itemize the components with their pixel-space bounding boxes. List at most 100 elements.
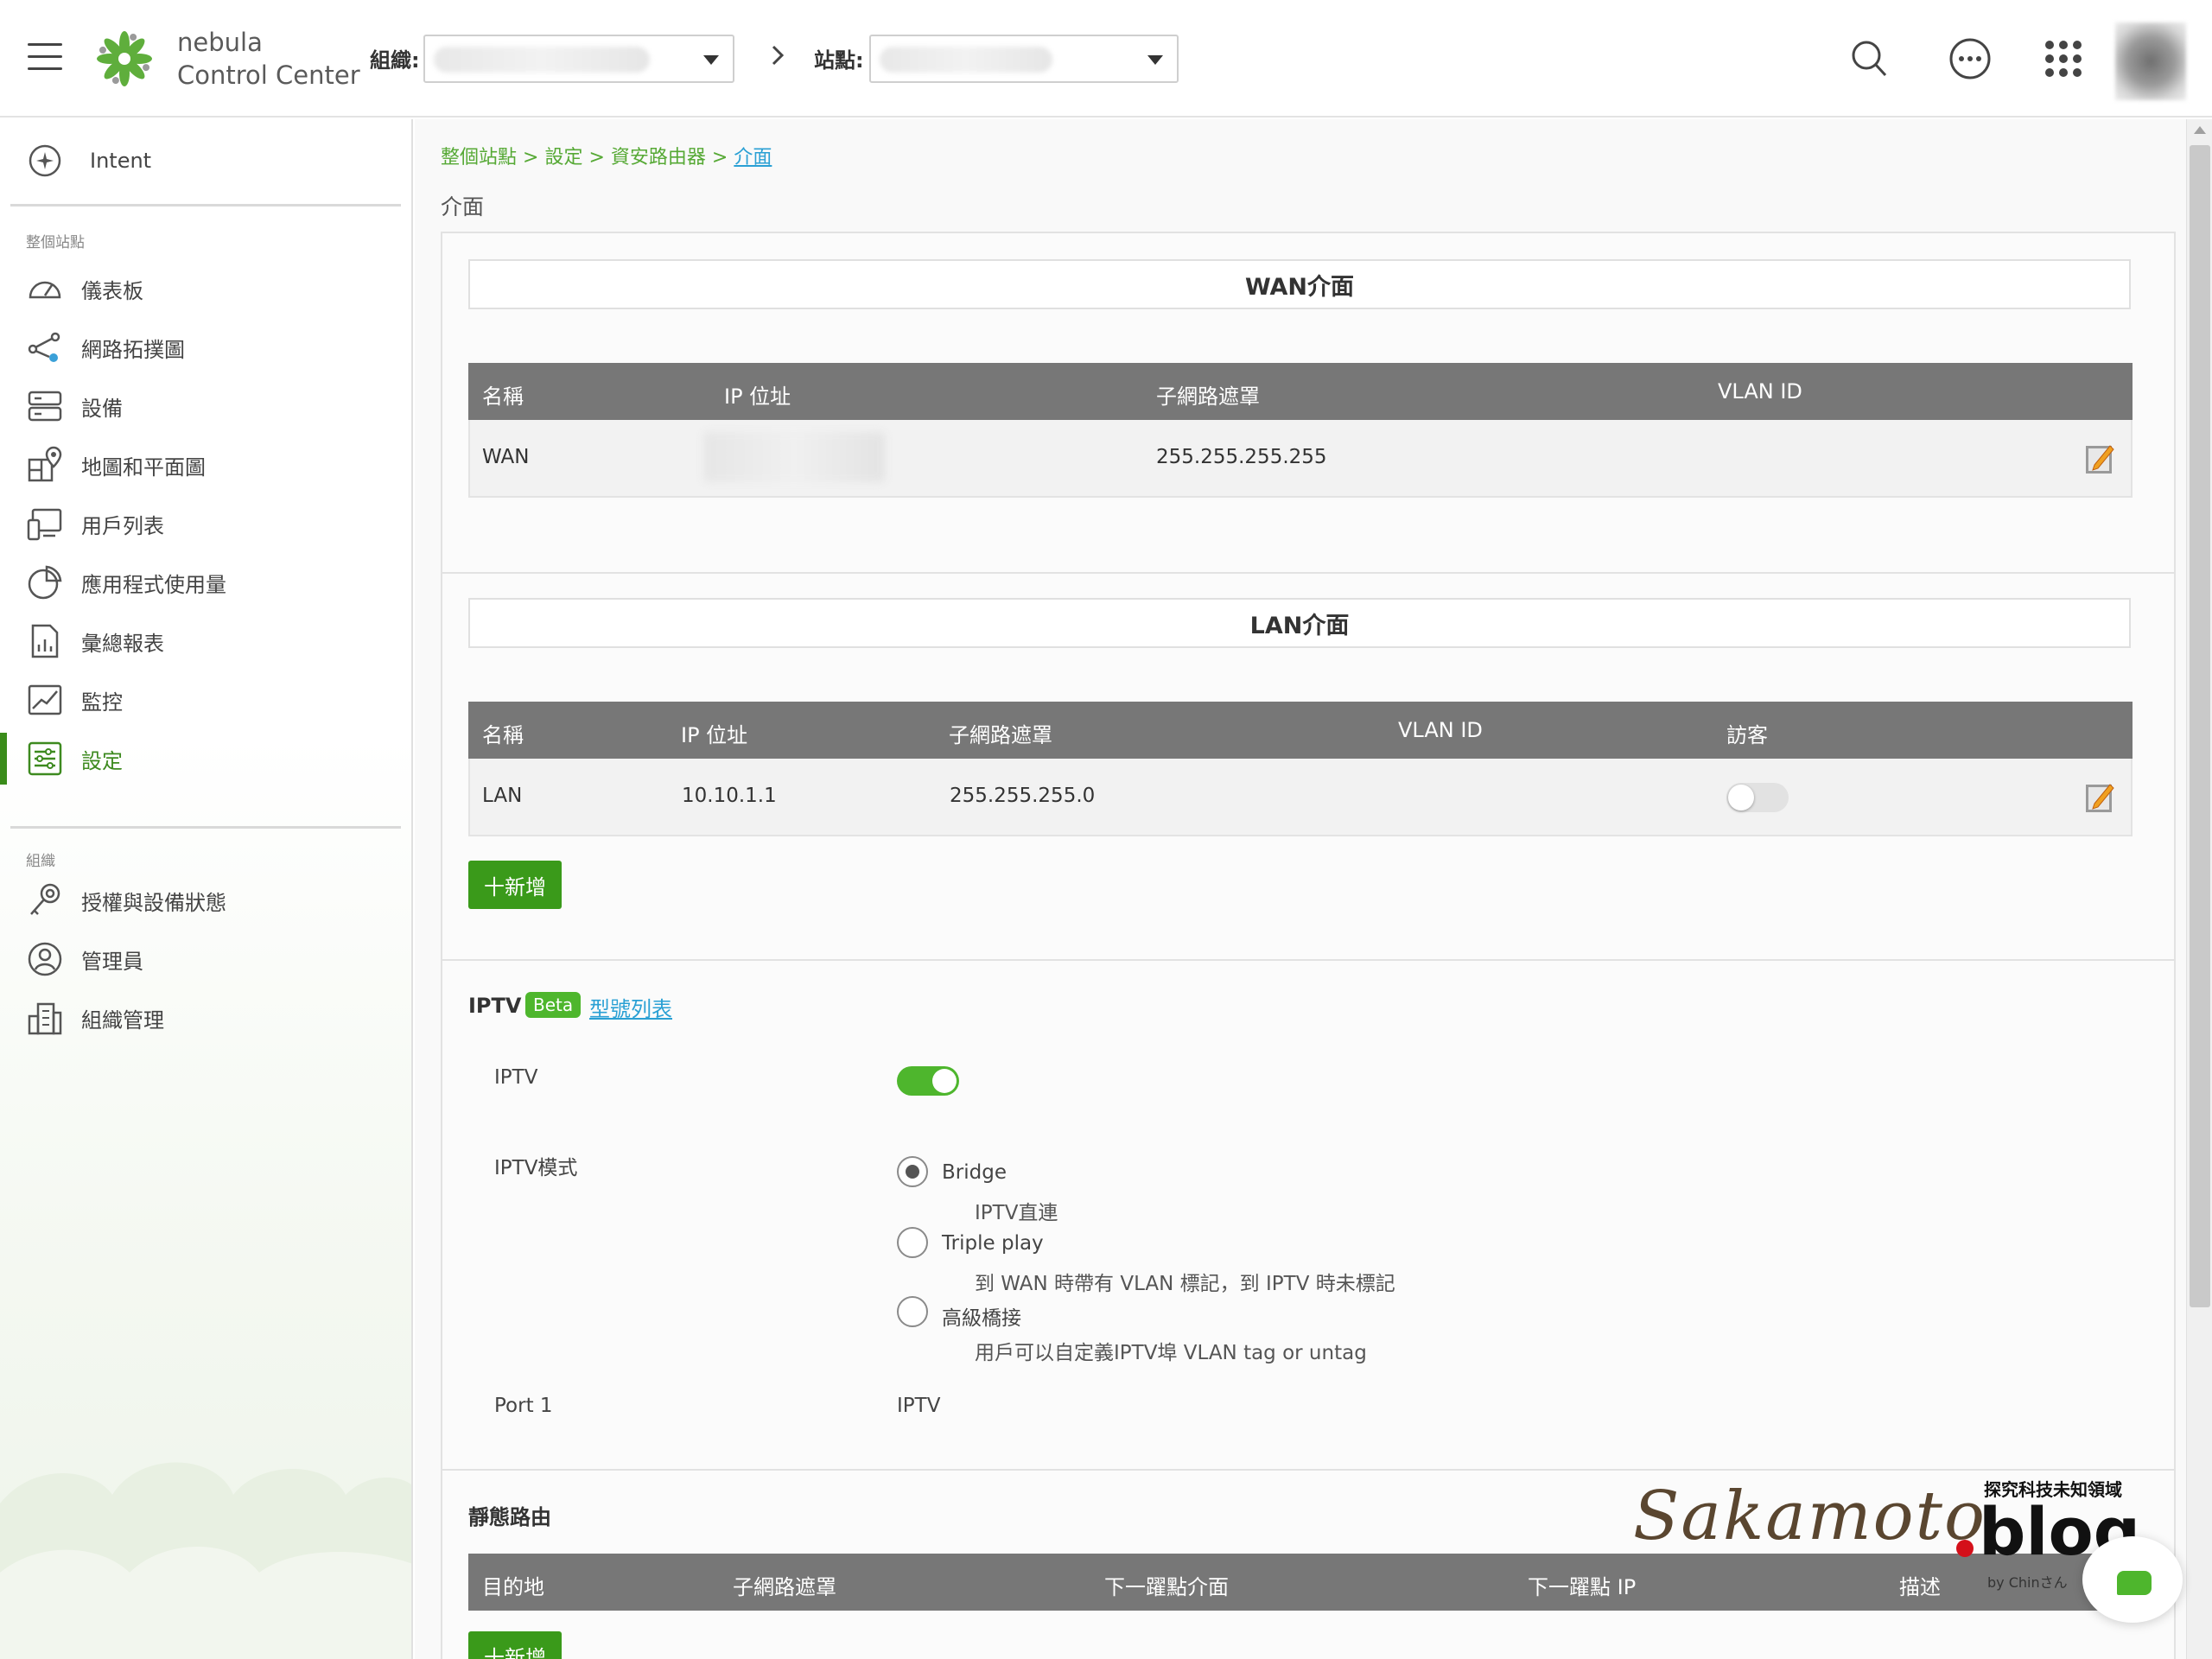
admin-icon xyxy=(28,942,62,976)
radio-bridge-label: Bridge xyxy=(942,1161,1007,1184)
col-ip: IP 位址 xyxy=(681,723,748,747)
guest-toggle[interactable] xyxy=(1726,783,1789,812)
port-1-value: IPTV xyxy=(897,1395,941,1417)
sidebar-item-label: 網路拓撲圖 xyxy=(81,337,185,362)
breadcrumb-sep: > xyxy=(523,147,539,168)
sidebar: Intent 整個站點 儀表板 網路拓撲圖 設備 地圖和平面圖 用戶列表 應用程… xyxy=(0,119,413,1659)
radio-advanced-bridge-desc: 用戶可以自定義IPTV埠 VLAN tag or untag xyxy=(975,1342,1367,1364)
add-static-route-button[interactable]: 十新增 xyxy=(468,1631,562,1659)
sidebar-section-org: 組織 xyxy=(26,853,55,870)
menu-icon[interactable] xyxy=(28,43,62,73)
sidebar-item-devices[interactable]: 設備 xyxy=(0,380,406,432)
radio-triple-play[interactable] xyxy=(897,1227,928,1258)
section-divider xyxy=(442,959,2174,961)
sidebar-item-label: 地圖和平面圖 xyxy=(81,454,206,480)
radio-triple-play-desc: 到 WAN 時帶有 VLAN 標記，到 IPTV 時未標記 xyxy=(975,1273,1395,1295)
radio-triple-play-label: Triple play xyxy=(942,1232,1044,1255)
radio-advanced-bridge[interactable] xyxy=(897,1296,928,1327)
interfaces-panel: WAN介面 名稱 IP 位址 子網路遮罩 VLAN ID WAN 255.255… xyxy=(441,232,2176,1659)
sidebar-item-admin[interactable]: 管理員 xyxy=(0,933,406,985)
scroll-up-icon[interactable] xyxy=(2194,126,2206,134)
chat-button[interactable] xyxy=(2082,1536,2183,1623)
dashboard-icon xyxy=(29,281,61,299)
lan-section-title: LAN介面 xyxy=(468,598,2131,648)
model-list-link[interactable]: 型號列表 xyxy=(589,992,672,1022)
scrollbar-thumb[interactable] xyxy=(2190,145,2210,1307)
more-options-icon[interactable] xyxy=(1946,35,1994,83)
lan-ip: 10.10.1.1 xyxy=(682,785,777,807)
sidebar-item-org-manage[interactable]: 組織管理 xyxy=(0,992,406,1044)
col-name: 名稱 xyxy=(482,385,524,409)
monitor-icon xyxy=(28,684,62,715)
page-scrollbar[interactable] xyxy=(2186,119,2212,1659)
sidebar-item-intent[interactable]: Intent xyxy=(0,135,406,187)
site-selector[interactable] xyxy=(869,35,1179,83)
sidebar-item-label: 設備 xyxy=(81,396,123,421)
nebula-logo xyxy=(97,31,152,86)
lan-subnet: 255.255.255.0 xyxy=(950,785,1096,807)
sidebar-item-map[interactable]: 地圖和平面圖 xyxy=(0,439,406,491)
sidebar-item-label: 管理員 xyxy=(81,949,143,974)
main-content: 整個站點 > 設定 > 資安路由器 > 介面 介面 WAN介面 名稱 IP 位址… xyxy=(415,119,2186,1659)
sidebar-item-monitor[interactable]: 監控 xyxy=(0,674,406,726)
col-ip: IP 位址 xyxy=(724,385,791,409)
add-lan-button[interactable]: 十新增 xyxy=(468,861,562,909)
sidebar-item-label: 用戶列表 xyxy=(81,513,164,538)
site-value-blurred xyxy=(880,47,1052,73)
lan-table-header: 名稱 IP 位址 子網路遮罩 VLAN ID 訪客 xyxy=(468,702,2133,759)
breadcrumb-sep: > xyxy=(588,147,605,168)
sidebar-item-dashboard[interactable]: 儀表板 xyxy=(0,263,406,315)
sidebar-item-settings[interactable]: 設定 xyxy=(0,733,406,785)
iptv-toggle[interactable] xyxy=(897,1066,959,1096)
wan-section-title: WAN介面 xyxy=(468,259,2131,309)
org-value-blurred xyxy=(434,47,650,73)
pie-chart-icon xyxy=(28,565,62,600)
col-subnet: 子網路遮罩 xyxy=(949,723,1052,747)
static-route-title: 靜態路由 xyxy=(468,1505,551,1529)
breadcrumb-security-router[interactable]: 資安路由器 xyxy=(611,147,706,168)
sidebar-item-clients[interactable]: 用戶列表 xyxy=(0,498,406,550)
sidebar-item-label: 彙總報表 xyxy=(81,631,164,656)
avatar[interactable] xyxy=(2115,22,2186,100)
edit-icon[interactable] xyxy=(2084,779,2115,814)
radio-bridge-desc: IPTV直連 xyxy=(975,1202,1058,1224)
map-icon xyxy=(28,446,62,482)
sidebar-item-app-usage[interactable]: 應用程式使用量 xyxy=(0,556,406,608)
sidebar-item-license[interactable]: 授權與設備狀態 xyxy=(0,874,406,926)
port-1-label: Port 1 xyxy=(494,1395,553,1417)
org-building-icon xyxy=(28,1002,62,1035)
license-icon xyxy=(30,883,60,915)
dropdown-caret-icon xyxy=(1147,55,1163,65)
report-icon xyxy=(31,624,59,658)
breadcrumb-current[interactable]: 介面 xyxy=(734,147,772,168)
breadcrumb-sep: > xyxy=(711,147,728,168)
search-icon[interactable] xyxy=(1846,35,1894,83)
iptv-mode-label: IPTV模式 xyxy=(494,1157,578,1179)
brand-line-2: Control Center xyxy=(177,60,360,90)
col-subnet: 子網路遮罩 xyxy=(733,1575,836,1599)
watermark: Sakamoto blog 探究科技未知領域 by Chinさん xyxy=(1633,1478,2143,1591)
chat-icon xyxy=(2117,1571,2152,1595)
org-label: 組織: xyxy=(370,48,420,73)
sidebar-item-reports[interactable]: 彙總報表 xyxy=(0,615,406,667)
col-subnet: 子網路遮罩 xyxy=(1156,385,1260,409)
radio-advanced-bridge-label: 高級橋接 xyxy=(942,1307,1021,1330)
wan-table-header: 名稱 IP 位址 子網路遮罩 VLAN ID xyxy=(468,363,2133,420)
col-guest: 訪客 xyxy=(1726,723,1768,747)
cloud-decoration xyxy=(0,1462,411,1659)
sidebar-item-topology[interactable]: 網路拓撲圖 xyxy=(0,321,406,373)
radio-bridge[interactable] xyxy=(897,1156,928,1187)
lan-name: LAN xyxy=(482,785,523,807)
topology-icon xyxy=(28,332,60,362)
col-vlan: VLAN ID xyxy=(1718,379,1802,404)
edit-icon[interactable] xyxy=(2084,441,2115,475)
devices-icon xyxy=(28,391,62,422)
wan-subnet: 255.255.255.255 xyxy=(1156,446,1327,468)
org-selector[interactable] xyxy=(423,35,734,83)
lan-table-row[interactable]: LAN 10.10.1.1 255.255.255.0 xyxy=(468,759,2133,836)
col-next-hop-ip: 下一躍點 IP xyxy=(1528,1575,1637,1599)
wan-table-row[interactable]: WAN 255.255.255.255 xyxy=(468,420,2133,498)
breadcrumb-site[interactable]: 整個站點 xyxy=(441,147,517,168)
breadcrumb-settings[interactable]: 設定 xyxy=(544,147,582,168)
apps-grid-icon[interactable] xyxy=(2039,35,2088,83)
